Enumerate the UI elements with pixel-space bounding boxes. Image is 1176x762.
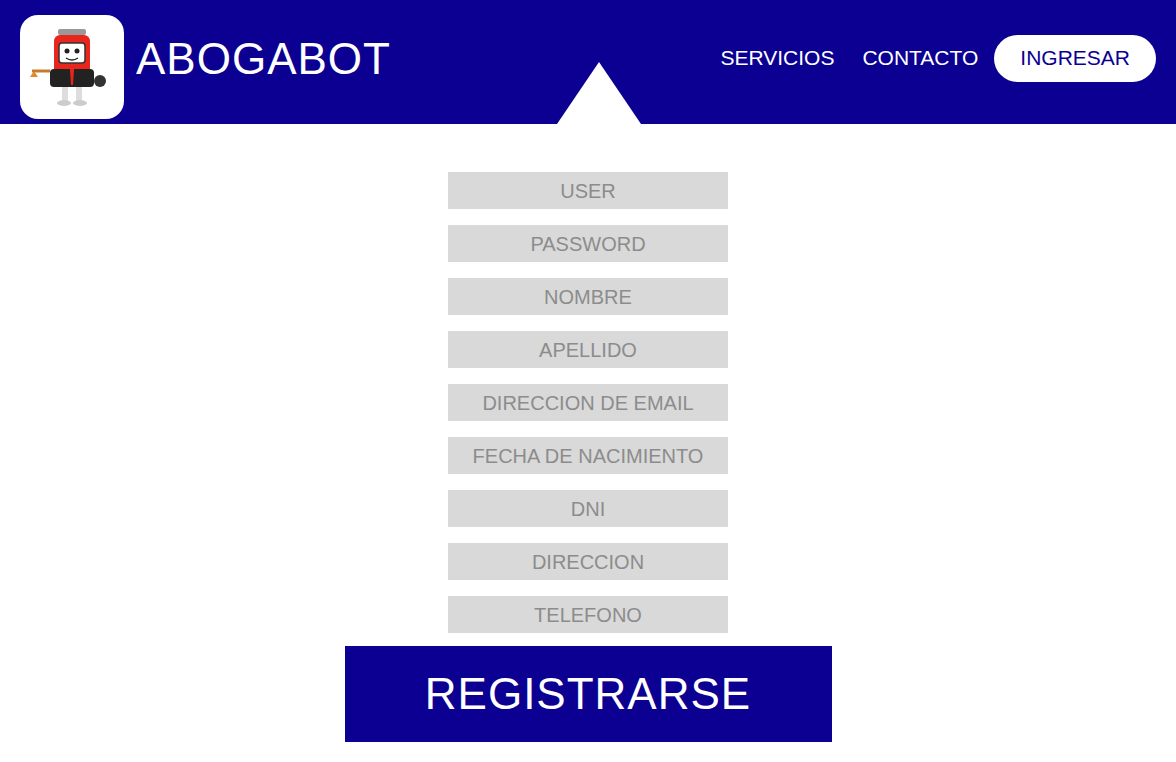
form-field[interactable] [448,278,728,315]
register-form: REGISTRARSE [0,124,1176,742]
form-field[interactable] [448,596,728,633]
form-field[interactable] [448,490,728,527]
register-button[interactable]: REGISTRARSE [345,646,832,742]
top-bar: ABOGABOT SERVICIOS CONTACTO INGRESAR [0,0,1176,124]
form-field[interactable] [448,543,728,580]
form-field[interactable] [448,437,728,474]
site-title: ABOGABOT [136,35,391,83]
form-field[interactable] [448,225,728,262]
nav-link[interactable]: SERVICIOS [720,42,834,74]
form-field[interactable] [448,384,728,421]
form-field[interactable] [448,172,728,209]
form-field[interactable] [448,331,728,368]
header-pointer [557,62,641,124]
nav-link[interactable]: CONTACTO [862,42,978,74]
login-button[interactable]: INGRESAR [994,35,1156,82]
logo-icon[interactable] [20,15,124,119]
main-nav: SERVICIOS CONTACTO INGRESAR [720,35,1156,82]
